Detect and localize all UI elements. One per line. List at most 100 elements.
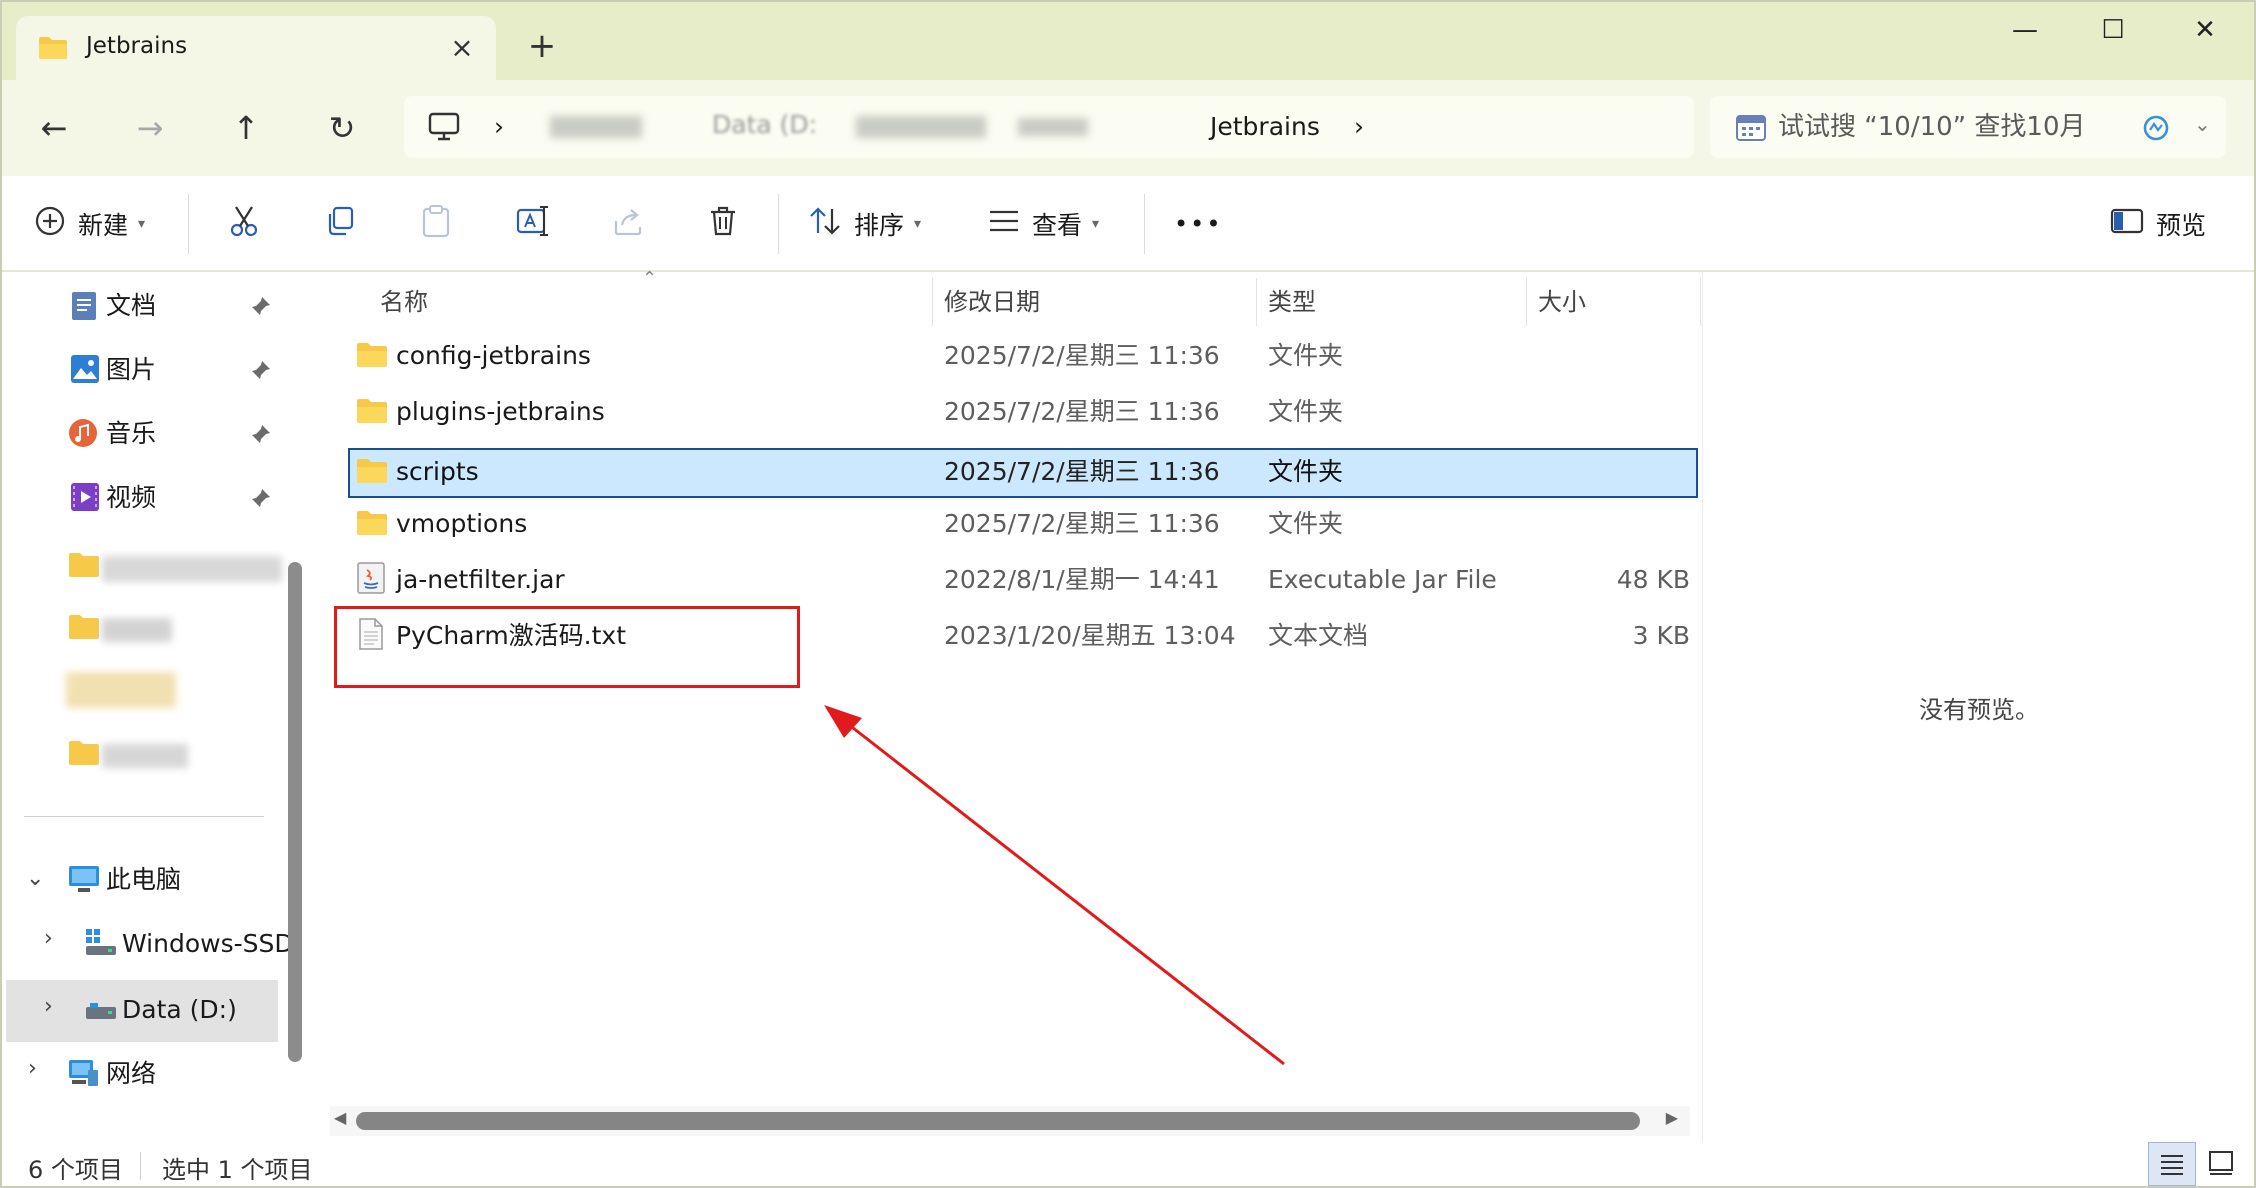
sidebar-item-this-pc[interactable]: ⌄ 此电脑 [0,852,290,908]
file-name: ja-netfilter.jar [396,565,565,594]
sidebar-scrollbar[interactable] [288,562,302,1062]
folder-icon [356,398,388,428]
tiles-view-button[interactable] [2198,1142,2246,1186]
share-button[interactable] [612,176,644,272]
column-divider[interactable] [1256,278,1257,326]
file-row-config-jetbrains[interactable]: config-jetbrains 2025/7/2/星期三 11:36 文件夹 [348,330,1698,380]
command-bar: 新建 ▾ 排序 ▾ 查看 ▾ ••• 预览 [0,176,2256,272]
column-header-type[interactable]: 类型 [1268,282,1316,322]
file-type: Executable Jar File [1268,565,1497,594]
redacted-label [102,556,282,582]
breadcrumb-separator[interactable]: › [1354,112,1364,142]
breadcrumb-current[interactable]: Jetbrains [1210,112,1320,142]
redacted-breadcrumb [550,116,642,138]
sidebar-item-redacted-folder[interactable] [0,666,290,722]
column-divider[interactable] [932,278,933,326]
rename-icon [516,204,550,244]
pin-icon[interactable] [250,422,272,451]
close-tab-button[interactable]: × [442,28,482,68]
sidebar-item-windows-ssd[interactable]: › Windows-SSD [0,916,294,972]
sidebar-item-videos[interactable]: 视频 [0,470,290,526]
tab-jetbrains[interactable]: Jetbrains × [16,16,496,80]
new-button[interactable]: 新建 ▾ [34,176,145,272]
delete-button[interactable] [708,176,738,272]
close-window-button[interactable]: ✕ [2170,8,2240,52]
title-bar: Jetbrains × + — ☐ ✕ [0,0,2256,80]
calendar-icon [1736,113,1766,145]
tiles-view-icon [2209,1151,2233,1175]
maximize-button[interactable]: ☐ [2078,8,2148,52]
folder-icon [356,342,388,372]
pin-icon[interactable] [250,358,272,387]
chevron-down-icon: ▾ [138,216,146,232]
this-pc-icon [68,864,100,900]
search-box[interactable]: 试试搜 “10/10” 查找10月 ⌄ [1710,96,2226,158]
sidebar-item-redacted-folder[interactable] [0,602,290,658]
up-button[interactable]: ↑ [218,102,274,154]
file-row-ja-netfilter-jar[interactable]: ja-netfilter.jar 2022/8/1/星期一 14:41 Exec… [348,554,1698,604]
pin-icon[interactable] [250,486,272,515]
file-name: vmoptions [396,509,528,538]
chevron-down-icon[interactable]: ⌄ [26,866,44,891]
file-type: 文本文档 [1268,621,1369,650]
sidebar-item-redacted-folder[interactable] [0,728,290,784]
back-button[interactable]: ← [26,102,82,154]
horizontal-scrollbar[interactable]: ◀ ▶ [330,1106,1690,1136]
sidebar-item-documents[interactable]: 文档 [0,278,290,334]
scroll-right-arrow[interactable]: ▶ [1666,1108,1678,1127]
minimize-button[interactable]: — [1990,8,2060,52]
column-header-name[interactable]: 名称 [380,282,428,322]
list-view-icon [988,208,1020,240]
file-date: 2025/7/2/星期三 11:36 [944,397,1220,426]
breadcrumb-drive[interactable]: Data (D: [712,110,817,140]
sort-button[interactable]: 排序 ▾ [808,176,921,272]
paste-button[interactable] [420,176,452,272]
details-view-button[interactable] [2148,1142,2196,1186]
file-row-scripts[interactable]: scripts 2025/7/2/星期三 11:36 文件夹 [348,448,1698,498]
copilot-icon[interactable] [2142,114,2170,146]
system-drive-icon [84,928,118,964]
more-options-button[interactable]: ••• [1174,176,1222,272]
file-row-vmoptions[interactable]: vmoptions 2025/7/2/星期三 11:36 文件夹 [348,498,1698,548]
chevron-down-icon[interactable]: ⌄ [2194,112,2211,136]
folder-icon [356,510,388,540]
copy-button[interactable] [324,176,356,272]
drive-icon [84,1000,118,1029]
view-button[interactable]: 查看 ▾ [988,176,1099,272]
scrollbar-thumb[interactable] [356,1112,1640,1130]
sidebar-item-data-d[interactable]: › Data (D:) [6,980,278,1042]
sidebar-item-pictures[interactable]: 图片 [0,342,290,398]
refresh-button[interactable]: ↻ [314,102,370,154]
file-type: 文件夹 [1268,457,1344,486]
file-date: 2022/8/1/星期一 14:41 [944,565,1220,594]
column-header-size[interactable]: 大小 [1538,282,1586,322]
sidebar-item-label: Windows-SSD [122,929,294,958]
chevron-right-icon[interactable]: › [44,994,53,1019]
redacted-label [102,744,188,768]
preview-pane-button[interactable]: 预览 [2110,176,2206,272]
folder-icon [356,458,388,488]
column-divider[interactable] [1700,278,1701,326]
forward-button[interactable]: → [122,102,178,154]
cut-button[interactable] [228,176,260,272]
file-row-plugins-jetbrains[interactable]: plugins-jetbrains 2025/7/2/星期三 11:36 文件夹 [348,386,1698,436]
column-header-modified[interactable]: 修改日期 [944,282,1040,322]
column-divider[interactable] [1526,278,1527,326]
sidebar-item-label: 图片 [106,355,157,384]
new-tab-button[interactable]: + [522,26,562,66]
rename-button[interactable] [516,176,550,272]
address-bar[interactable]: › Data (D: Jetbrains › [404,96,1694,158]
chevron-right-icon[interactable]: › [28,1056,37,1081]
breadcrumb-separator[interactable]: › [494,112,504,142]
sort-icon [808,205,842,243]
pin-icon[interactable] [250,294,272,323]
sidebar-item-redacted-folder[interactable] [0,540,290,596]
folder-icon [68,740,100,772]
chevron-right-icon[interactable]: › [44,926,53,951]
scroll-left-arrow[interactable]: ◀ [334,1108,346,1127]
tab-title: Jetbrains [86,33,188,59]
sidebar-item-network[interactable]: › 网络 [0,1046,290,1102]
search-input[interactable]: 试试搜 “10/10” 查找10月 [1778,110,2085,144]
chevron-down-icon: ▾ [1092,216,1100,232]
sidebar-item-music[interactable]: 音乐 [0,406,290,462]
